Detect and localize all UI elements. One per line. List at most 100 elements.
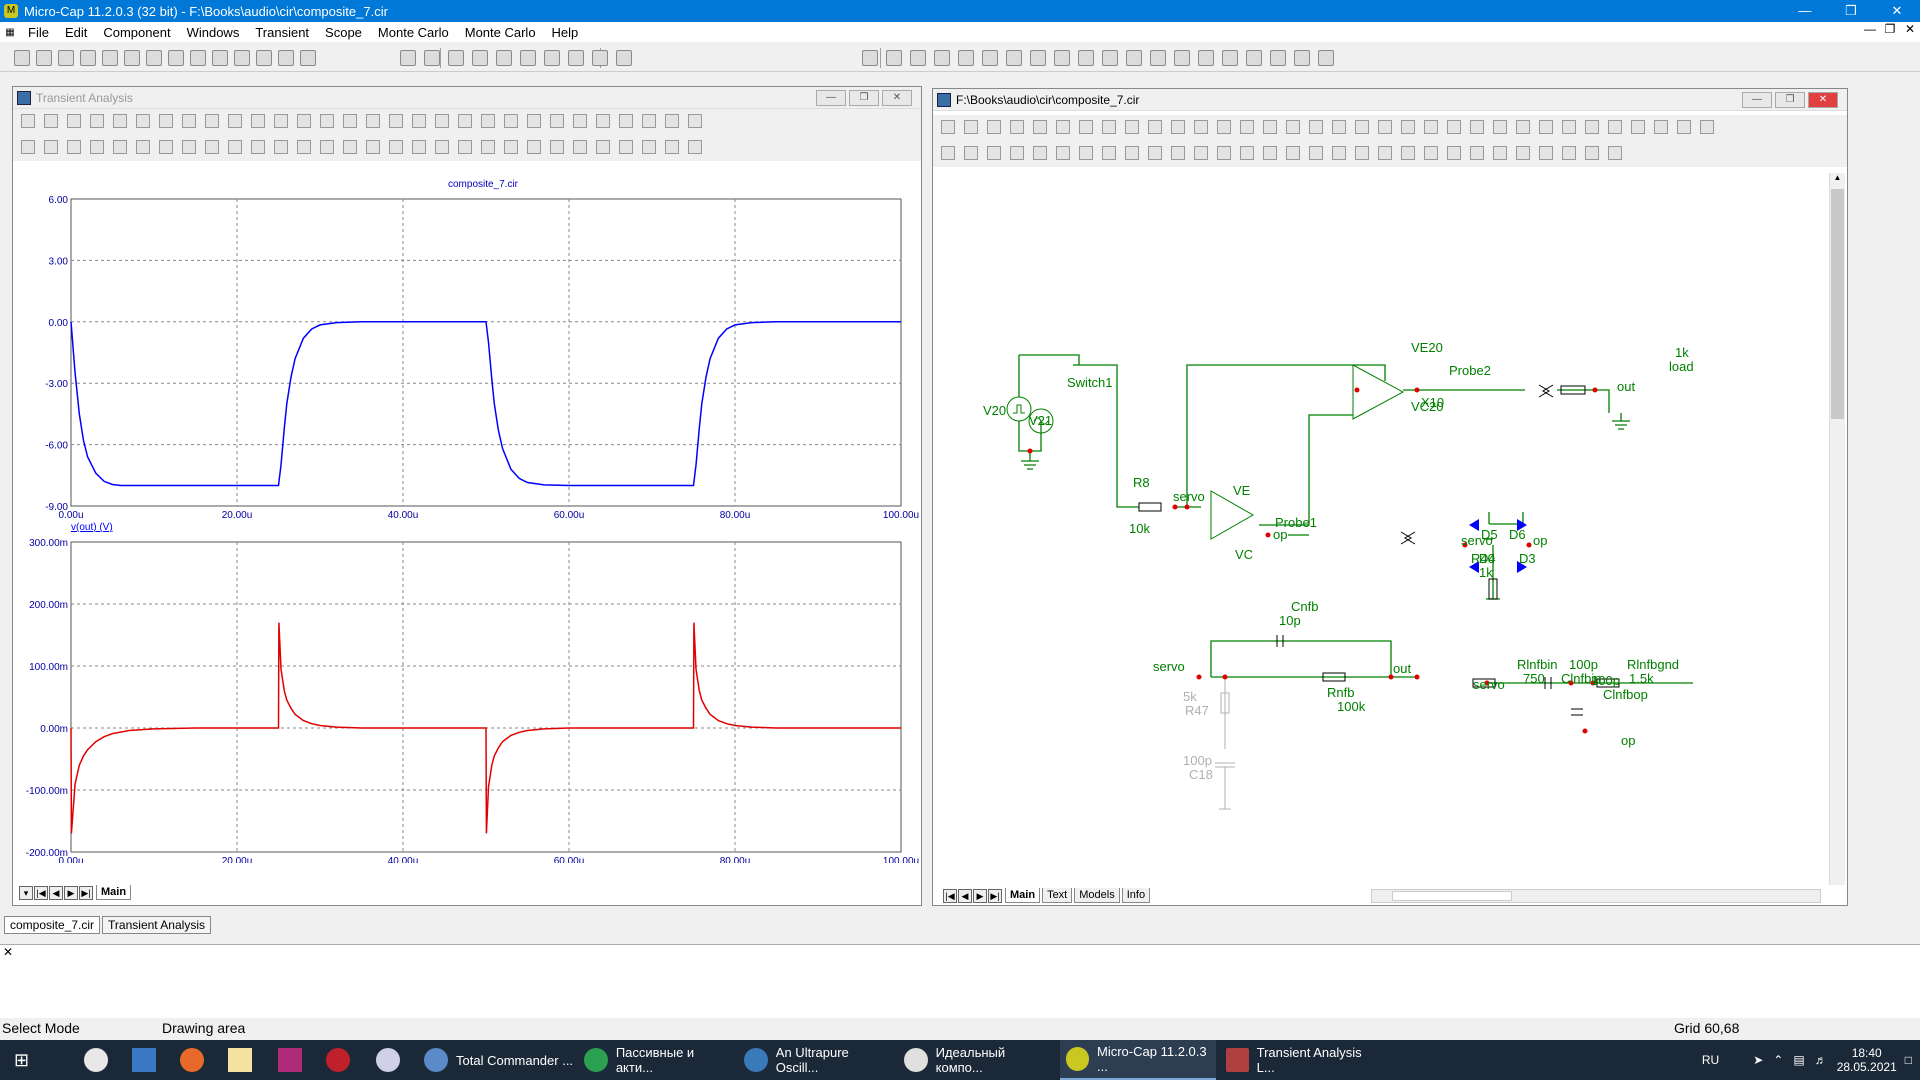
doc-menu-icon[interactable]: ▦ [0,27,20,38]
view-button-14[interactable] [1174,50,1190,66]
transient-button-8[interactable] [182,114,196,128]
x8-opamp-icon[interactable] [1210,490,1255,540]
app-icon-3[interactable] [180,1048,204,1072]
transient-tools-button-21[interactable] [481,140,495,154]
tray-clock[interactable]: 18:40 28.05.2021 [1837,1046,1897,1074]
transient-tools-button-25[interactable] [573,140,587,154]
sch-tab-nav-prev[interactable]: ◀ [958,889,972,903]
transient-button-11[interactable] [251,114,265,128]
view-button-20[interactable] [1318,50,1334,66]
hscroll-thumb[interactable] [1392,891,1512,901]
app-icon-4[interactable] [228,1048,252,1072]
schematic-button-21[interactable] [1401,120,1415,134]
close-button[interactable]: ✕ [1874,0,1920,22]
task-ultrapure[interactable]: An Ultrapure Oscill... [738,1040,894,1080]
transient-button-24[interactable] [550,114,564,128]
component-button-5[interactable] [496,50,512,66]
schematic-tools-button-29[interactable] [1585,146,1599,160]
view-button-6[interactable] [982,50,998,66]
schematic-button-29[interactable] [1585,120,1599,134]
app-icon-2[interactable] [132,1048,156,1072]
tray-network-icon[interactable]: ▤ [1793,1053,1804,1067]
tab-nav-first[interactable]: |◀ [34,886,48,900]
menu-scope[interactable]: Scope [317,25,370,40]
app-icon-1[interactable] [84,1048,108,1072]
tab-nav-prev[interactable]: ◀ [49,886,63,900]
schematic-button-15[interactable] [1263,120,1277,134]
schematic-tools-button-1[interactable] [941,146,955,160]
mdi-close-icon[interactable]: ✕ [1900,22,1920,36]
view-button-9[interactable] [1054,50,1070,66]
schematic-button-7[interactable] [1079,120,1093,134]
sch-tab-models[interactable]: Models [1074,888,1120,903]
transient-button-6[interactable] [136,114,150,128]
transient-button-29[interactable] [665,114,679,128]
r8-resistor-icon[interactable] [1138,502,1162,512]
component-button-4[interactable] [472,50,488,66]
view-button-3[interactable] [910,50,926,66]
transient-tools-button-22[interactable] [504,140,518,154]
transient-tools-button-9[interactable] [205,140,219,154]
schematic-canvas[interactable]: VE20 Switch1 V20 V21 X10 VC20 Probe2 1k … [933,169,1829,869]
app-icon-5[interactable] [278,1048,302,1072]
output-close-icon[interactable]: ✕ [3,945,13,959]
main-button-2[interactable] [36,50,52,66]
tray-volume-icon[interactable]: ♬ [1815,1053,1827,1067]
schematic-minimize-button[interactable]: — [1742,92,1772,108]
transient-button-21[interactable] [481,114,495,128]
menu-monte-carlo-2[interactable]: Monte Carlo [457,25,544,40]
v20-source-icon[interactable] [1006,396,1032,422]
mdi-restore-icon[interactable]: ❐ [1880,22,1900,36]
schematic-tools-button-5[interactable] [1033,146,1047,160]
view-button-19[interactable] [1294,50,1310,66]
menu-component[interactable]: Component [95,25,178,40]
transient-tools-button-28[interactable] [642,140,656,154]
schematic-button-14[interactable] [1240,120,1254,134]
schematic-tools-button-21[interactable] [1401,146,1415,160]
component-button-10[interactable] [616,50,632,66]
doc-tab-schematic[interactable]: composite_7.cir [4,916,101,934]
transient-tools-button-1[interactable] [21,140,35,154]
main-button-4[interactable] [80,50,96,66]
main-button-6[interactable] [124,50,140,66]
component-button-2[interactable] [424,50,440,66]
menu-windows[interactable]: Windows [179,25,248,40]
sch-tab-nav-first[interactable]: |◀ [943,889,957,903]
schematic-tools-button-17[interactable] [1309,146,1323,160]
main-button-9[interactable] [190,50,206,66]
transient-button-5[interactable] [113,114,127,128]
schematic-hscroll[interactable] [1371,889,1821,903]
transient-button-2[interactable] [44,114,58,128]
schematic-button-6[interactable] [1056,120,1070,134]
view-button-15[interactable] [1198,50,1214,66]
component-button-3[interactable] [448,50,464,66]
schematic-button-3[interactable] [987,120,1001,134]
schematic-tools-button-23[interactable] [1447,146,1461,160]
tab-nav-last[interactable]: ▶| [79,886,93,900]
schematic-tools-button-8[interactable] [1102,146,1116,160]
transient-tools-button-29[interactable] [665,140,679,154]
schematic-tools-button-2[interactable] [964,146,978,160]
main-button-14[interactable] [300,50,316,66]
transient-button-3[interactable] [67,114,81,128]
menu-monte-carlo[interactable]: Monte Carlo [370,25,457,40]
schematic-vscroll[interactable]: ▲ [1829,173,1845,885]
schematic-tools-button-13[interactable] [1217,146,1231,160]
component-button-1[interactable] [400,50,416,66]
transient-button-15[interactable] [343,114,357,128]
transient-button-12[interactable] [274,114,288,128]
schematic-button-18[interactable] [1332,120,1346,134]
transient-restore-button[interactable]: ❐ [849,90,879,106]
menu-transient[interactable]: Transient [247,25,317,40]
transient-tools-button-19[interactable] [435,140,449,154]
transient-button-30[interactable] [688,114,702,128]
schematic-tools-button-16[interactable] [1286,146,1300,160]
doc-tab-transient[interactable]: Transient Analysis [102,916,211,934]
schematic-tools-button-18[interactable] [1332,146,1346,160]
transient-tools-button-10[interactable] [228,140,242,154]
sch-tab-info[interactable]: Info [1121,888,1151,903]
transient-tools-button-17[interactable] [389,140,403,154]
transient-tools-button-24[interactable] [550,140,564,154]
schematic-button-20[interactable] [1378,120,1392,134]
transient-tools-button-12[interactable] [274,140,288,154]
